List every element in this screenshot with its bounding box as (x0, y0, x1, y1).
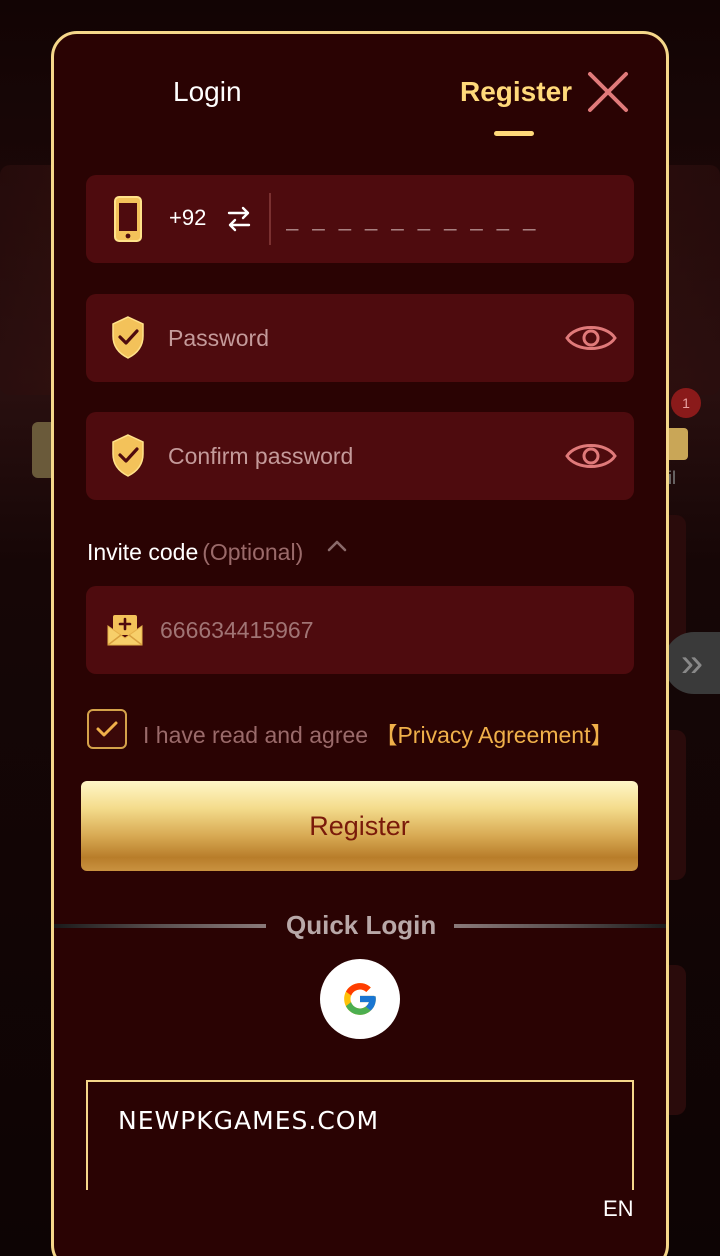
invite-optional-label: (Optional) (202, 539, 304, 565)
close-icon (588, 72, 628, 112)
agreement-checkbox[interactable] (87, 709, 127, 749)
checkmark-icon (96, 721, 118, 737)
field-divider (269, 193, 271, 245)
eye-icon[interactable] (564, 436, 618, 476)
phone-input[interactable] (286, 195, 616, 243)
envelope-icon (107, 615, 143, 646)
swap-icon[interactable] (226, 205, 252, 233)
quick-login-label: Quick Login (286, 910, 437, 940)
tab-login[interactable]: Login (173, 76, 242, 108)
eye-icon[interactable] (564, 318, 618, 358)
privacy-agreement-link[interactable]: 【Privacy Agreement】 (374, 722, 613, 748)
google-login-button[interactable] (320, 959, 400, 1039)
shield-check-icon (112, 316, 144, 359)
notification-badge: 1 (671, 388, 701, 418)
google-icon (344, 983, 376, 1015)
invite-code-label: Invite code (Optional) (87, 539, 303, 566)
active-tab-indicator (494, 131, 534, 136)
divider-line (454, 924, 666, 928)
invite-code-input[interactable] (160, 606, 600, 654)
divider-line (54, 924, 266, 928)
register-button[interactable]: Register (81, 781, 638, 871)
password-field (86, 294, 634, 382)
agreement-label: I have read and agree (143, 722, 369, 748)
country-code[interactable]: +92 (169, 205, 206, 231)
tab-register[interactable]: Register (460, 76, 572, 108)
chevron-up-icon[interactable] (326, 536, 348, 554)
confirm-password-field (86, 412, 634, 500)
phone-icon (114, 196, 142, 242)
phone-field: +92 (86, 175, 634, 263)
register-modal: Login Register +92 _ _ _ _ _ _ _ _ _ _ I… (51, 31, 669, 1256)
agreement-text: I have read and agree 【Privacy Agreement… (143, 716, 613, 750)
password-input[interactable] (168, 314, 548, 362)
shield-check-icon (112, 434, 144, 477)
invite-code-label-text: Invite code (87, 539, 199, 565)
site-info-box: NEWPKGAMES.COM (86, 1080, 634, 1190)
close-button[interactable] (586, 70, 630, 114)
double-chevron-right-icon: » (664, 632, 720, 694)
invite-code-field (86, 586, 634, 674)
confirm-password-input[interactable] (168, 432, 548, 480)
background-mail-label: il (668, 468, 676, 488)
site-domain: NEWPKGAMES.COM (118, 1106, 380, 1135)
language-selector[interactable]: EN (603, 1196, 634, 1222)
